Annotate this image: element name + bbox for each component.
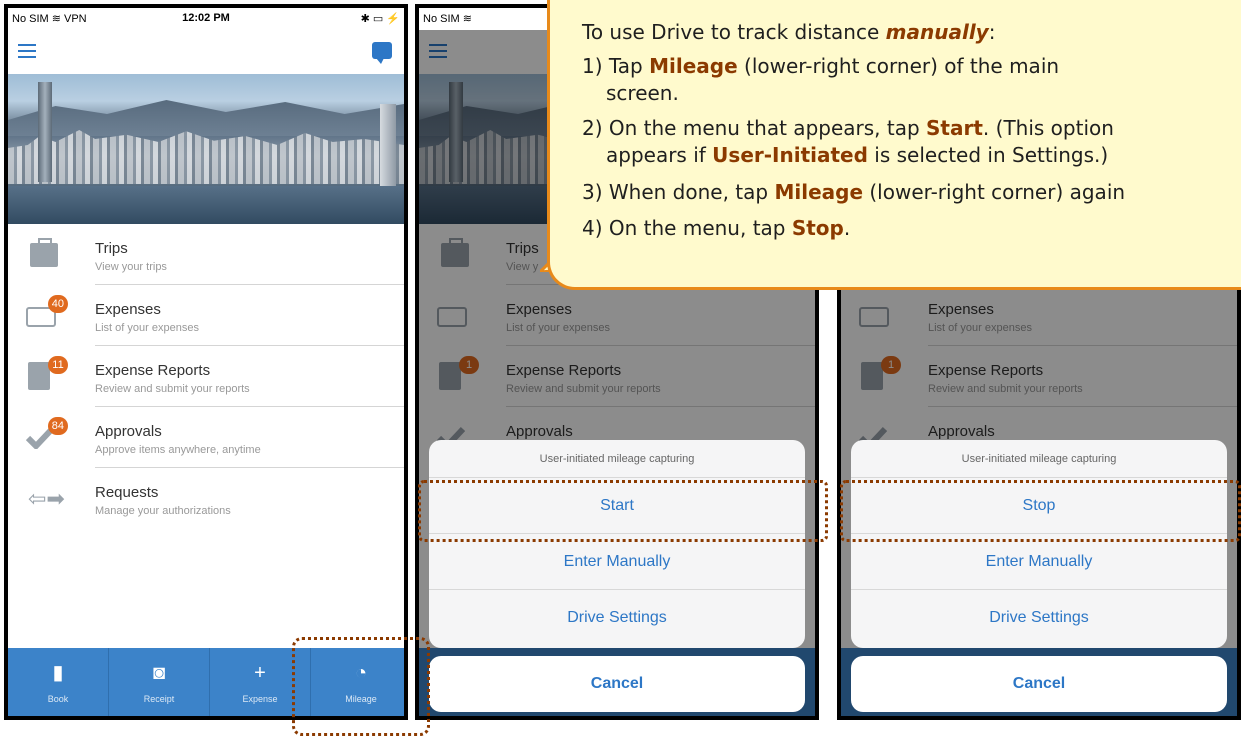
list-item-expense-reports[interactable]: 11 Expense Reports Review and submit you… [8, 346, 404, 407]
item-title: Requests [95, 484, 159, 501]
nav-bar [8, 30, 404, 74]
item-subtitle: Review and submit your reports [95, 383, 250, 395]
item-title: Expenses [95, 301, 161, 318]
item-subtitle: Manage your authorizations [95, 505, 231, 517]
drive-settings-button[interactable]: Drive Settings [429, 590, 805, 646]
hamburger-menu-icon[interactable] [18, 44, 36, 58]
callout-step-2: 2) On the menu that appears, tap Start. … [582, 116, 1114, 140]
reports-badge: 11 [48, 356, 68, 374]
briefcase-icon: ▮ [52, 662, 64, 684]
main-menu-list: Trips View your trips 40 Expenses List o… [8, 224, 404, 529]
action-sheet: User-initiated mileage capturing Stop En… [851, 440, 1227, 648]
clock: 12:02 PM [182, 12, 230, 24]
cancel-button[interactable]: Cancel [429, 656, 805, 712]
callout-step-4: 4) On the menu, tap Stop. [582, 216, 851, 240]
stop-button-highlight [840, 480, 1241, 542]
callout-step-1: 1) Tap Mileage (lower-right corner) of t… [582, 54, 1060, 78]
item-title: Expense Reports [95, 362, 211, 379]
tab-label: Book [47, 694, 69, 704]
city-skyline-banner [8, 74, 404, 224]
list-item-approvals[interactable]: 84 Approvals Approve items anywhere, any… [8, 407, 404, 468]
tab-label: Receipt [143, 694, 175, 704]
enter-manually-button[interactable]: Enter Manually [429, 534, 805, 590]
enter-manually-button[interactable]: Enter Manually [851, 534, 1227, 590]
tab-book[interactable]: ▮ Book [8, 648, 108, 716]
report-document-icon [28, 362, 50, 390]
callout-step-3: 3) When done, tap Mileage (lower-right c… [582, 180, 1126, 204]
list-item-trips[interactable]: Trips View your trips [8, 224, 404, 285]
briefcase-icon [30, 238, 58, 267]
battery-icon: ✱ ▭ ⚡ [360, 13, 400, 25]
mileage-tab-highlight [292, 637, 430, 736]
item-title: Approvals [95, 423, 162, 440]
status-bar: No SIM ≋ VPN 12:02 PM ✱ ▭ ⚡ [8, 8, 404, 30]
callout-step-2-cont: appears if User-Initiated is selected in… [606, 143, 1109, 167]
approvals-badge: 84 [47, 417, 68, 435]
item-title: Trips [95, 240, 128, 257]
phone-home-screen: No SIM ≋ VPN 12:02 PM ✱ ▭ ⚡ Trips View y… [4, 4, 408, 720]
action-sheet-title: User-initiated mileage capturing [851, 440, 1227, 478]
callout-intro: To use Drive to track distance manually: [582, 20, 996, 44]
list-item-expenses[interactable]: 40 Expenses List of your expenses [8, 285, 404, 346]
drive-settings-button[interactable]: Drive Settings [851, 590, 1227, 646]
start-button-highlight [418, 480, 828, 542]
carrier-label: No SIM ≋ [423, 13, 472, 25]
item-subtitle: List of your expenses [95, 322, 199, 334]
chat-bubble-icon[interactable] [372, 42, 392, 64]
action-sheet-title: User-initiated mileage capturing [429, 440, 805, 478]
list-item-requests[interactable]: ⇦➡ Requests Manage your authorizations [8, 468, 404, 529]
arrows-exchange-icon: ⇦➡ [28, 486, 65, 511]
camera-icon: ◙ [152, 662, 166, 684]
expenses-badge: 40 [47, 295, 68, 313]
cancel-button[interactable]: Cancel [851, 656, 1227, 712]
tutorial-figure: No SIM ≋ VPN 12:02 PM ✱ ▭ ⚡ Trips View y… [0, 0, 1241, 736]
item-subtitle: Approve items anywhere, anytime [95, 444, 261, 456]
callout-step-1-cont: screen. [606, 81, 679, 105]
tab-receipt[interactable]: ◙ Receipt [109, 648, 209, 716]
item-subtitle: View your trips [95, 261, 167, 273]
action-sheet: User-initiated mileage capturing Start E… [429, 440, 805, 648]
instruction-callout: To use Drive to track distance manually:… [547, 0, 1241, 290]
